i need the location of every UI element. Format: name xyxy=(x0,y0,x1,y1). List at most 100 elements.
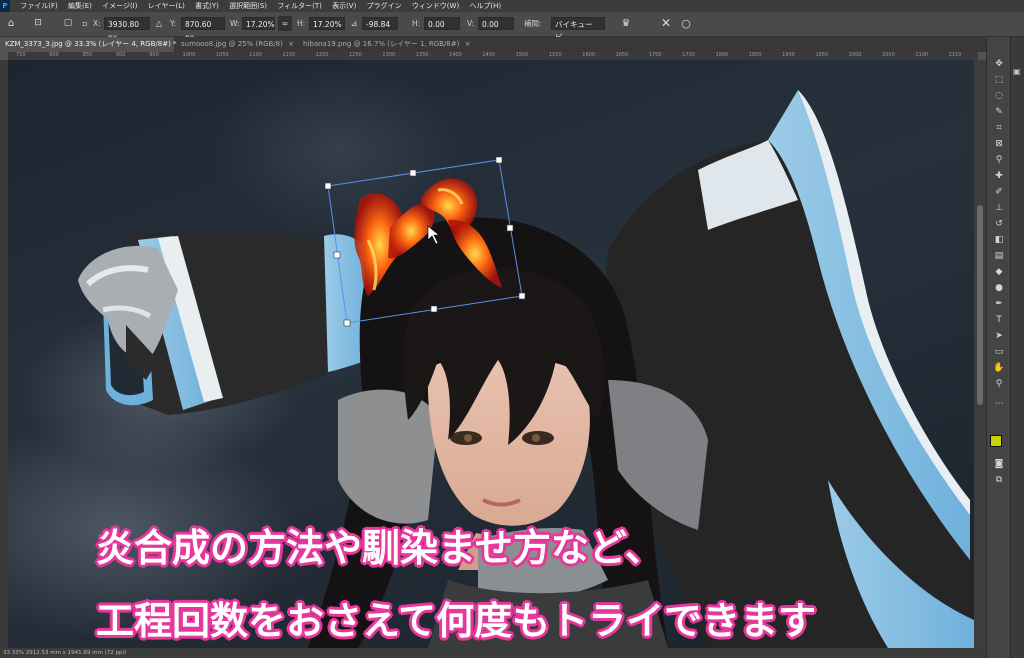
quick-select-tool-icon[interactable]: ✎ xyxy=(989,105,1009,120)
scrollbar-thumb[interactable] xyxy=(977,205,983,405)
ruler-tick-label: 900 xyxy=(115,52,126,58)
menu-plugins[interactable]: プラグイン xyxy=(367,0,402,12)
y-field[interactable]: 870.60 px xyxy=(181,17,225,42)
hand-tool-icon[interactable]: ✋ xyxy=(989,361,1009,376)
width-field[interactable]: 17.20% xyxy=(242,17,275,30)
more-tools-icon[interactable]: ⋯ xyxy=(989,397,1009,412)
subtitle-line-2: 工程回数をおさえて何度もトライできます xyxy=(96,599,817,643)
menu-file[interactable]: ファイル(F) xyxy=(20,0,58,12)
cancel-icon[interactable]: ✕ xyxy=(658,16,674,31)
w-label: W: xyxy=(230,19,240,28)
eraser-tool-icon[interactable]: ◧ xyxy=(989,233,1009,248)
tab-label: hibana19.png @ 16.7% (レイヤー 1, RGB/8#) xyxy=(303,40,460,48)
gradient-tool-icon[interactable]: ▤ xyxy=(989,249,1009,264)
angle-icon: ⊿ xyxy=(350,19,358,28)
tab-kzm[interactable]: KZM_3373_3.jpg @ 33.3% (レイヤー 4, RGB/8#) … xyxy=(0,37,177,52)
menu-window[interactable]: ウィンドウ(W) xyxy=(412,0,459,12)
zoom-tool-icon[interactable]: ⚲ xyxy=(989,377,1009,392)
vskew-label: V: xyxy=(467,19,475,28)
ruler-tick-label: 2000 xyxy=(848,52,862,58)
brush-tool-icon[interactable]: ✐ xyxy=(989,185,1009,200)
subtitle-line-1: 炎合成の方法や馴染ませ方など、 xyxy=(96,526,663,570)
crop-tool-icon[interactable]: ⌗ xyxy=(989,121,1009,136)
ruler-tick-label: 1950 xyxy=(815,52,829,58)
ruler-tick-label: 1850 xyxy=(748,52,762,58)
foreground-color-swatch[interactable] xyxy=(990,435,1002,447)
eyedropper-tool-icon[interactable]: ⚲ xyxy=(989,153,1009,168)
ruler-tick-label: 1800 xyxy=(715,52,729,58)
ruler-tick-label: 750 xyxy=(16,52,26,58)
interpolation-label: 補間: xyxy=(524,19,542,28)
menu-bar: P ファイル(F) 編集(E) イメージ(I) レイヤー(L) 書式(Y) 選択… xyxy=(0,0,1024,12)
x-label: X: xyxy=(93,19,101,28)
panel-icon[interactable]: ▣ xyxy=(1013,67,1023,77)
tab-hibana19[interactable]: hibana19.png @ 16.7% (レイヤー 1, RGB/8#) × xyxy=(298,37,470,52)
transform-tool-icon[interactable]: ⊡ xyxy=(30,16,46,31)
ruler-tick-label: 1050 xyxy=(215,52,229,58)
menu-type[interactable]: 書式(Y) xyxy=(195,0,219,12)
reference-point-toggle-icon[interactable]: ▫ xyxy=(80,16,90,31)
dodge-tool-icon[interactable]: ● xyxy=(989,281,1009,296)
frame-tool-icon[interactable]: ⊠ xyxy=(989,137,1009,152)
status-bar: 33.33% 2912.53 mm x 1941.69 mm (72 ppi) xyxy=(0,648,986,658)
menu-image[interactable]: イメージ(I) xyxy=(102,0,137,12)
hskew-label: H: xyxy=(412,19,421,28)
close-icon[interactable]: × xyxy=(465,40,471,48)
menu-help[interactable]: ヘルプ(H) xyxy=(469,0,501,12)
vertical-scrollbar[interactable] xyxy=(974,60,986,648)
hskew-field[interactable]: 0.00 xyxy=(424,17,460,30)
ruler-tick-label: 1900 xyxy=(782,52,795,58)
link-icon[interactable]: ∞ xyxy=(278,16,292,31)
panel-dock-strip: ▣ xyxy=(1010,37,1024,658)
ruler-tick-label: 1200 xyxy=(315,52,329,58)
ruler-tick-label: 950 xyxy=(149,52,159,58)
menu-filter[interactable]: フィルター(T) xyxy=(277,0,322,12)
lasso-tool-icon[interactable]: ◌ xyxy=(989,89,1009,104)
home-icon[interactable]: ⌂ xyxy=(3,16,19,31)
delta-icon: △ xyxy=(155,19,163,28)
quick-mask-icon[interactable]: ◙ xyxy=(989,457,1009,472)
menu-select[interactable]: 選択範囲(S) xyxy=(229,0,267,12)
screen-mode-icon[interactable]: ⧉ xyxy=(989,473,1009,488)
history-brush-icon[interactable]: ↺ xyxy=(989,217,1009,232)
close-icon[interactable]: × xyxy=(288,40,294,48)
stamp-tool-icon[interactable]: ⊥ xyxy=(989,201,1009,216)
ruler-tick-label: 1350 xyxy=(415,52,429,58)
blur-tool-icon[interactable]: ◆ xyxy=(989,265,1009,280)
ruler-tick-label: 1450 xyxy=(482,52,496,58)
ruler-tick-label: 1250 xyxy=(349,52,362,58)
type-tool-icon[interactable]: T xyxy=(989,313,1009,328)
vskew-field[interactable]: 0.00 xyxy=(478,17,514,30)
ruler-tick-label: 2150 xyxy=(948,52,962,58)
ruler-tick-label: 1500 xyxy=(515,52,529,58)
path-select-tool-icon[interactable]: ➤ xyxy=(989,329,1009,344)
ruler-tick-label: 1100 xyxy=(249,52,262,58)
y-label: Y: xyxy=(170,19,177,28)
healing-tool-icon[interactable]: ✚ xyxy=(989,169,1009,184)
ruler-tick-label: 1550 xyxy=(548,52,562,58)
ruler-tick-label: 1600 xyxy=(582,52,595,58)
x-field[interactable]: 3930.80 px xyxy=(104,17,150,42)
menu-view[interactable]: 表示(V) xyxy=(332,0,356,12)
height-field[interactable]: 17.20% xyxy=(309,17,345,30)
interpolation-select[interactable]: バイキュービ… xyxy=(551,17,605,42)
tab-label: KZM_3373_3.jpg @ 33.3% (レイヤー 4, RGB/8#) … xyxy=(5,40,177,48)
ruler-tick-label: 1750 xyxy=(682,52,695,58)
ruler-tick-label: 1700 xyxy=(648,52,662,58)
ruler-tick-label: 2100 xyxy=(915,52,929,58)
warp-icon[interactable]: ♛ xyxy=(618,16,634,31)
tab-label: sumooo8.jpg @ 25% (RGB/8) xyxy=(181,40,283,48)
marquee-tool-icon[interactable]: ⬚ xyxy=(989,73,1009,88)
menu-layer[interactable]: レイヤー(L) xyxy=(148,0,185,12)
pen-tool-icon[interactable]: ✒ xyxy=(989,297,1009,312)
move-tool-icon[interactable]: ✥ xyxy=(989,57,1009,72)
tab-sumooo8[interactable]: sumooo8.jpg @ 25% (RGB/8) × xyxy=(176,37,294,52)
document-tabs: KZM_3373_3.jpg @ 33.3% (レイヤー 4, RGB/8#) … xyxy=(0,37,986,52)
rectangle-tool-icon[interactable]: ▭ xyxy=(989,345,1009,360)
ruler-tick-label: 850 xyxy=(82,52,93,58)
commit-check-icon[interactable]: ○ xyxy=(678,16,694,31)
angle-field[interactable]: -98.84 xyxy=(362,17,398,30)
reference-point-icon[interactable]: ▢ xyxy=(62,16,74,31)
menu-edit[interactable]: 編集(E) xyxy=(68,0,92,12)
ruler-tick-label: 1000 xyxy=(182,52,196,58)
